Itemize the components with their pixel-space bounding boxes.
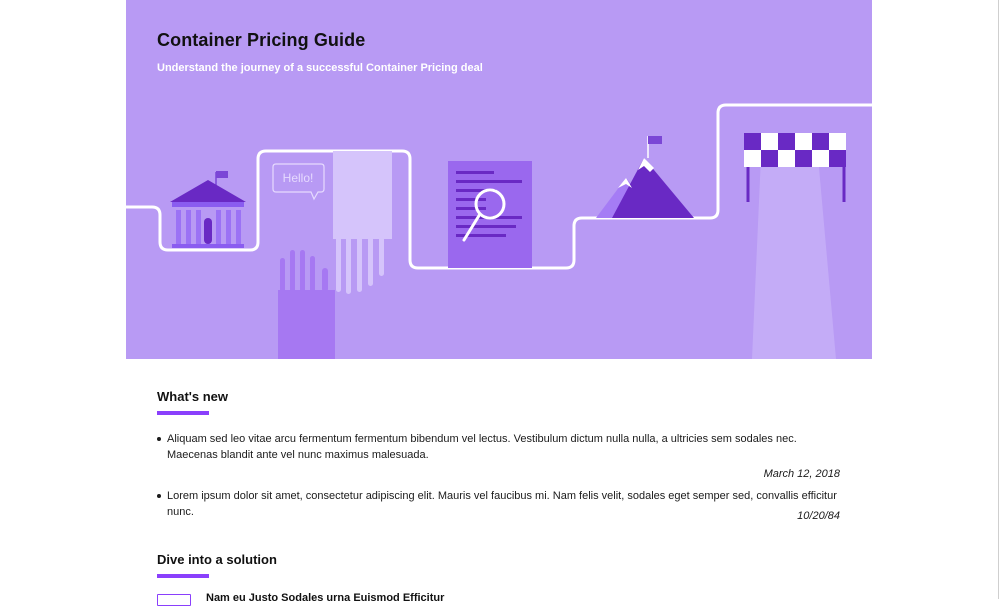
speech-bubble: Hello! xyxy=(272,163,325,201)
solutions-heading: Dive into a solution xyxy=(157,552,277,567)
page-edge-line xyxy=(998,0,999,599)
solutions-heading-underline xyxy=(157,574,209,578)
journey-illustration: Hello! xyxy=(126,103,872,359)
news-date: March 12, 2018 xyxy=(763,468,840,480)
news-date: 10/20/84 xyxy=(797,510,840,522)
speech-bubble-text: Hello! xyxy=(283,171,314,185)
hand-right-icon xyxy=(333,151,392,294)
mountain-icon xyxy=(596,136,694,218)
hero-banner: Hello! Container Pricing Guide Understan… xyxy=(126,0,872,359)
bank-icon xyxy=(170,171,246,248)
whats-new-heading: What's new xyxy=(157,389,228,404)
page-subtitle: Understand the journey of a successful C… xyxy=(157,62,483,74)
window-icon xyxy=(157,594,191,606)
news-item: Lorem ipsum dolor sit amet, consectetur … xyxy=(157,488,847,520)
whats-new-heading-underline xyxy=(157,411,209,415)
finish-line-icon xyxy=(744,133,846,359)
solution-link[interactable]: Nam eu Justo Sodales urna Euismod Effici… xyxy=(206,592,444,604)
document-icon xyxy=(448,161,532,268)
hand-left-icon xyxy=(278,250,335,359)
page-title: Container Pricing Guide xyxy=(157,30,366,50)
news-item: Aliquam sed leo vitae arcu fermentum fer… xyxy=(157,431,847,463)
